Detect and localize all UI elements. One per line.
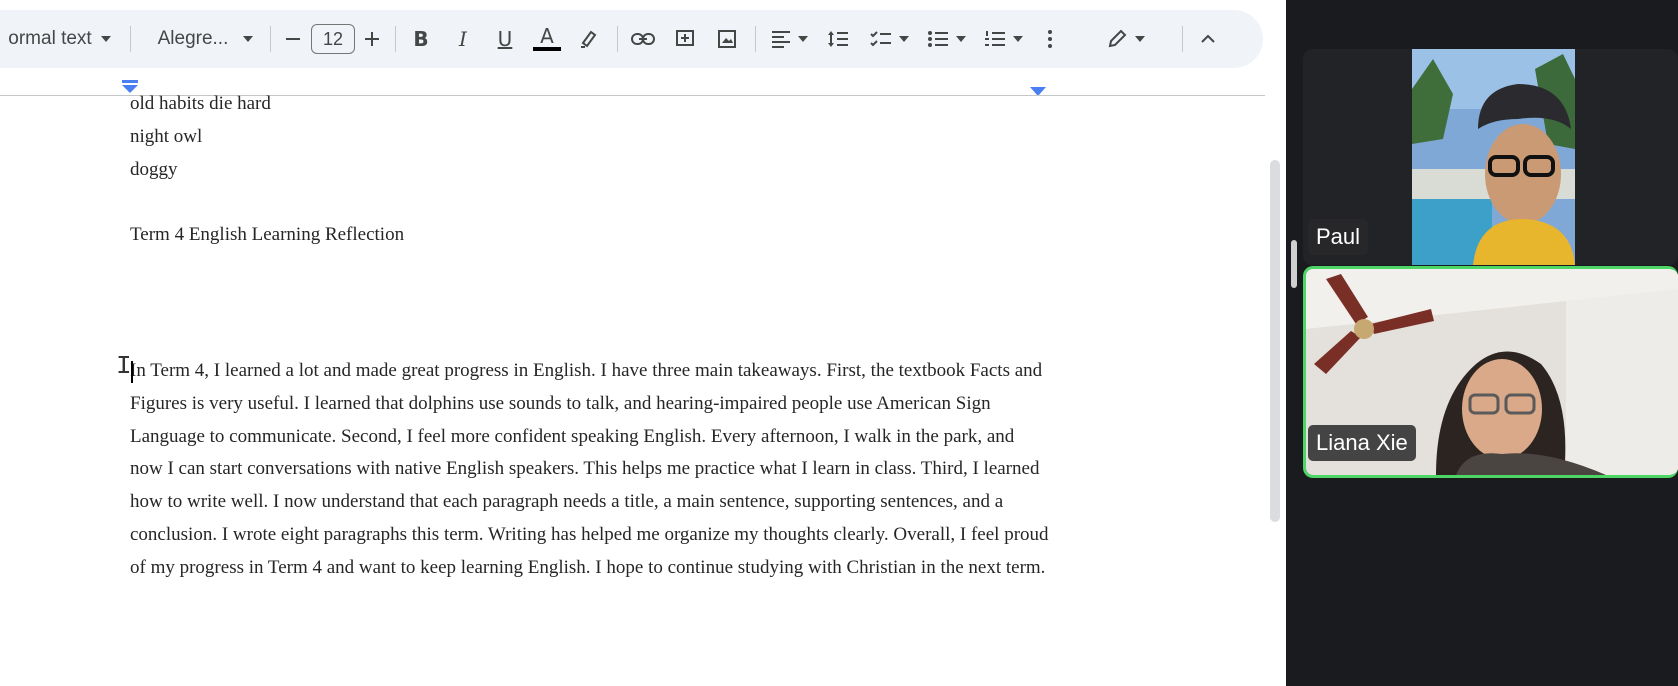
bullet-list-icon[interactable] [923,10,953,68]
participant-tile-liana-xie[interactable]: Liana Xie [1303,266,1678,478]
style-chevron-down-icon[interactable] [96,10,116,68]
checklist-icon[interactable] [866,10,896,68]
participant-name-label: Liana Xie [1308,425,1416,461]
ruler-right-margin-marker[interactable] [1030,84,1046,102]
bullet-list-chevron-down-icon[interactable] [954,10,968,68]
formatting-toolbar: ormal text Alegre... 12 B I U A [0,10,1263,68]
document-line[interactable]: night owl [130,126,202,148]
insert-image-icon[interactable] [712,10,742,68]
style-label: ormal text [8,28,92,49]
highlight-icon[interactable] [574,10,604,68]
checklist-chevron-down-icon[interactable] [897,10,911,68]
mouse-ibeam-cursor-icon: I [116,351,132,381]
document-paragraph[interactable]: In Term 4, I learned a lot and made grea… [130,355,1050,585]
numbered-list-chevron-down-icon[interactable] [1011,10,1025,68]
editing-mode-chevron-down-icon[interactable] [1133,10,1147,68]
participant-tile-paul[interactable]: Paul [1303,49,1678,265]
align-icon[interactable] [766,10,796,68]
text-color-letter: A [540,24,554,48]
underline-icon[interactable]: U [490,10,520,68]
font-label: Alegre... [157,28,229,49]
text-color-icon[interactable]: A [532,10,562,68]
font-dropdown[interactable]: Alegre... [148,10,238,68]
font-chevron-down-icon[interactable] [238,10,258,68]
participants-scrollbar[interactable] [1291,240,1297,288]
plus-icon[interactable] [357,10,387,68]
link-icon[interactable] [628,10,658,68]
document-scrollbar[interactable] [1270,160,1280,522]
italic-icon[interactable]: I [448,10,478,68]
bold-icon[interactable]: B [406,10,436,68]
add-comment-icon[interactable] [670,10,700,68]
font-size-input[interactable]: 12 [311,24,355,54]
document-pane: ormal text Alegre... 12 B I U A old habi… [0,0,1286,686]
participant-name-label: Paul [1308,219,1369,255]
document-line[interactable]: old habits die hard [130,93,271,115]
document-heading[interactable]: Term 4 English Learning Reflection [130,224,404,246]
document-line[interactable]: doggy [130,159,178,181]
align-chevron-down-icon[interactable] [796,10,810,68]
numbered-list-icon[interactable] [980,10,1010,68]
editing-mode-icon[interactable] [1102,10,1132,68]
minus-icon[interactable] [278,10,308,68]
collapse-icon[interactable] [1193,10,1223,68]
line-spacing-icon[interactable] [823,10,853,68]
more-icon[interactable] [1038,10,1062,68]
style-dropdown[interactable]: ormal text [0,10,100,68]
